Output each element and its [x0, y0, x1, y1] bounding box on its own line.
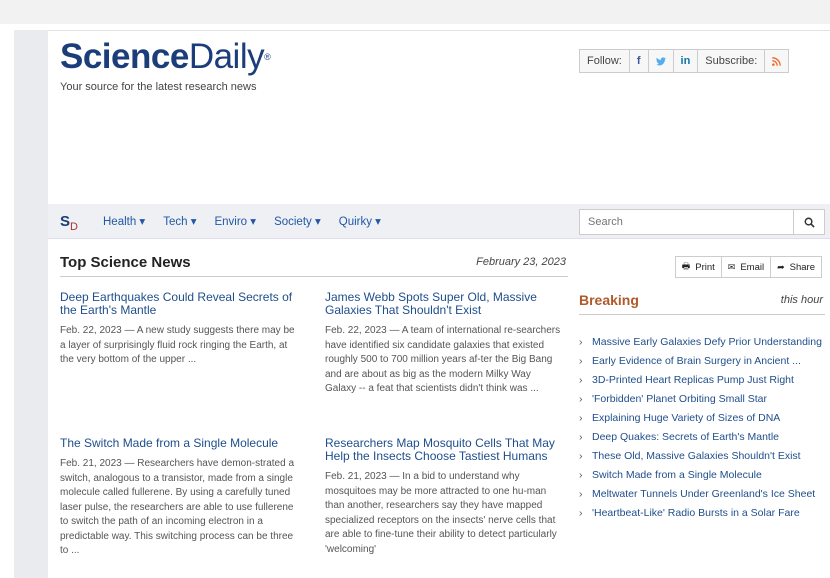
breaking-divider [579, 314, 825, 315]
breaking-link[interactable]: Switch Made from a Single Molecule [592, 469, 762, 481]
chevron-right-icon: › [579, 355, 583, 367]
email-label: Email [740, 261, 765, 273]
section-date: February 23, 2023 [476, 256, 566, 268]
nav-tech[interactable]: Tech ▾ [163, 214, 196, 228]
search-box [579, 209, 825, 235]
chevron-right-icon: › [579, 336, 583, 348]
logo-regular-text: Daily [188, 37, 265, 76]
sd-mark-d: D [70, 221, 78, 233]
breaking-link[interactable]: 3D-Printed Heart Replicas Pump Just Righ… [592, 374, 794, 386]
search-button[interactable] [793, 210, 824, 234]
list-item[interactable]: › Deep Quakes: Secrets of Earth's Mantle [579, 430, 825, 444]
top-science-news: Top Science News February 23, 2023 Deep … [60, 246, 568, 578]
list-item[interactable]: › Switch Made from a Single Molecule [579, 468, 825, 482]
breaking-link[interactable]: 'Forbidden' Planet Orbiting Small Star [592, 393, 767, 405]
subscribe-label: Subscribe: [698, 50, 766, 72]
breaking-link[interactable]: These Old, Massive Galaxies Shouldn't Ex… [592, 450, 801, 462]
story-headline[interactable]: The Switch Made from a Single Molecule [60, 437, 298, 450]
site-header: ScienceDaily® Your source for the latest… [48, 30, 830, 201]
section-divider [60, 276, 568, 277]
breaking-link[interactable]: Explaining Huge Variety of Sizes of DNA [592, 412, 780, 424]
print-label: Print [695, 261, 715, 273]
breaking-link[interactable]: 'Heartbeat-Like' Radio Bursts in a Solar… [592, 507, 800, 519]
list-item[interactable]: › Explaining Huge Variety of Sizes of DNA [579, 411, 825, 425]
share-arrow-icon: ➦ [777, 261, 785, 272]
share-label: Share [789, 261, 815, 273]
twitter-icon[interactable] [649, 50, 674, 72]
chevron-right-icon: › [579, 507, 583, 519]
rss-icon[interactable] [765, 50, 788, 72]
envelope-icon: ✉ [727, 261, 736, 272]
top-bar [0, 0, 830, 24]
chevron-right-icon: › [579, 469, 583, 481]
chevron-right-icon: › [579, 374, 583, 386]
print-button[interactable]: 🖶 Print [676, 257, 722, 277]
section-title: Top Science News [60, 254, 191, 271]
site-logo[interactable]: ScienceDaily® [60, 35, 271, 79]
list-item[interactable]: › Meltwater Tunnels Under Greenland's Ice… [579, 487, 825, 501]
chevron-right-icon: › [579, 393, 583, 405]
list-item[interactable]: › 'Heartbeat-Like' Radio Bursts in a Sola… [579, 506, 825, 520]
email-button[interactable]: ✉ Email [722, 257, 772, 277]
story-summary: Feb. 22, 2023 — A team of international … [325, 325, 561, 394]
chevron-right-icon: › [579, 450, 583, 462]
search-input[interactable] [580, 215, 790, 229]
linkedin-icon[interactable]: in [674, 50, 699, 72]
sd-mark-s: S [60, 213, 71, 230]
nav-health[interactable]: Health ▾ [103, 214, 145, 228]
story-summary: Feb. 21, 2023 — In a bid to understand w… [325, 471, 557, 555]
nav-enviro[interactable]: Enviro ▾ [214, 214, 256, 228]
story-card: The Switch Made from a Single Molecule F… [60, 437, 298, 559]
nav-society[interactable]: Society ▾ [274, 214, 321, 228]
facebook-icon[interactable]: f [630, 50, 649, 72]
breaking-link[interactable]: Meltwater Tunnels Under Greenland's Ice … [592, 488, 815, 500]
story-card: James Webb Spots Super Old, Massive Gala… [325, 291, 563, 397]
breaking-link[interactable]: Massive Early Galaxies Defy Prior Unders… [592, 336, 822, 348]
breaking-period[interactable]: this hour [781, 294, 823, 306]
breaking-link[interactable]: Deep Quakes: Secrets of Earth's Mantle [592, 431, 779, 443]
logo-registered-mark: ® [264, 52, 271, 62]
breaking-list: › Massive Early Galaxies Defy Prior Under… [579, 335, 825, 525]
story-summary: Feb. 21, 2023 — Researchers have demon-s… [60, 458, 295, 556]
nav-quirky[interactable]: Quirky ▾ [339, 214, 381, 228]
social-follow-bar: Follow: f in Subscribe: [579, 49, 790, 73]
share-toolbar: 🖶 Print ✉ Email ➦ Share [674, 256, 822, 278]
search-icon [804, 217, 815, 228]
breaking-link[interactable]: Early Evidence of Brain Surgery in Ancie… [592, 355, 801, 367]
chevron-right-icon: › [579, 412, 583, 424]
list-item[interactable]: › Early Evidence of Brain Surgery in Anci… [579, 354, 825, 368]
chevron-right-icon: › [579, 431, 583, 443]
logo-bold-text: Science [60, 37, 189, 76]
chevron-right-icon: › [579, 488, 583, 500]
main-nav: SD Health ▾ Tech ▾ Enviro ▾ Society ▾ Qu… [48, 204, 830, 239]
story-headline[interactable]: James Webb Spots Super Old, Massive Gala… [325, 291, 563, 317]
story-headline[interactable]: Deep Earthquakes Could Reveal Secrets of… [60, 291, 298, 317]
story-headline[interactable]: Researchers Map Mosquito Cells That May … [325, 437, 563, 463]
breaking-title: Breaking [579, 292, 639, 308]
share-button[interactable]: ➦ Share [771, 257, 821, 277]
story-card: Researchers Map Mosquito Cells That May … [325, 437, 563, 557]
list-item[interactable]: › Massive Early Galaxies Defy Prior Under… [579, 335, 825, 349]
nav-links: Health ▾ Tech ▾ Enviro ▾ Society ▾ Quirk… [103, 204, 399, 238]
follow-label: Follow: [580, 50, 630, 72]
story-summary: Feb. 22, 2023 — A new study suggests the… [60, 325, 295, 365]
list-item[interactable]: › 3D-Printed Heart Replicas Pump Just Rig… [579, 373, 825, 387]
story-card: Deep Earthquakes Could Reveal Secrets of… [60, 291, 298, 368]
list-item[interactable]: › 'Forbidden' Planet Orbiting Small Star [579, 392, 825, 406]
site-tagline: Your source for the latest research news [60, 81, 257, 93]
right-sidebar: 🖶 Print ✉ Email ➦ Share Breaking this hour … [579, 246, 825, 578]
list-item[interactable]: › These Old, Massive Galaxies Shouldn't E… [579, 449, 825, 463]
left-gutter [14, 30, 48, 578]
printer-icon: 🖶 [681, 261, 691, 271]
sd-home-mark[interactable]: SD [60, 213, 78, 233]
